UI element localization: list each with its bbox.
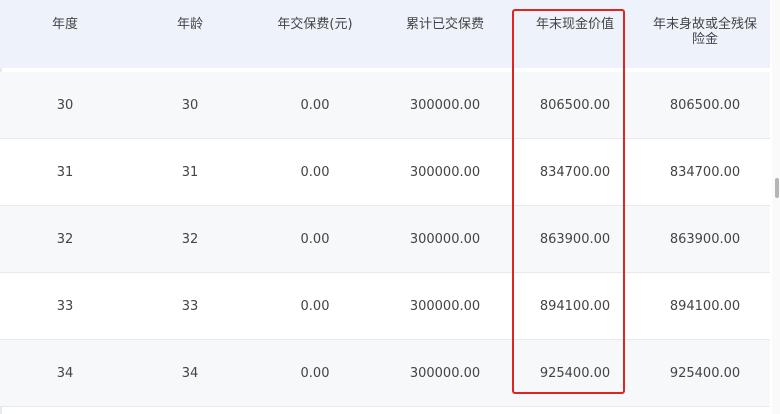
header-death-benefit: 年末身故或全残保险金	[652, 17, 757, 47]
header-annual-premium: 年交保费(元)	[277, 17, 353, 32]
header-cash-value: 年末现金价值	[535, 17, 614, 32]
cell-cumulative-premium: 300000.00	[409, 231, 481, 247]
table-row: 31 31 0.00 300000.00 834700.00 834700.00	[0, 139, 770, 206]
table-row: 34 34 0.00 300000.00 925400.00 925400.00	[0, 340, 770, 407]
table-row: 30 30 0.00 300000.00 806500.00 806500.00	[0, 72, 770, 139]
cell-death-benefit: 925400.00	[669, 365, 741, 381]
cell-year: 33	[56, 298, 74, 314]
cell-annual-premium: 0.00	[300, 231, 330, 247]
cell-cumulative-premium: 300000.00	[409, 97, 481, 113]
header-year: 年度	[51, 17, 78, 32]
cell-cash-value: 863900.00	[539, 231, 611, 247]
cell-cash-value: 925400.00	[539, 365, 611, 381]
cell-death-benefit: 894100.00	[669, 298, 741, 314]
table-row: 32 32 0.00 300000.00 863900.00 863900.00	[0, 206, 770, 273]
cell-annual-premium: 0.00	[300, 298, 330, 314]
cell-age: 30	[181, 97, 199, 113]
cell-cash-value: 834700.00	[539, 164, 611, 180]
vertical-scrollbar[interactable]	[772, 0, 780, 414]
cell-year: 31	[56, 164, 74, 180]
cell-cash-value: 806500.00	[539, 97, 611, 113]
table-body: 30 30 0.00 300000.00 806500.00 806500.00…	[0, 72, 770, 407]
table-header: 年度 年龄 年交保费(元) 累计已交保费 年末现金价值 年末身故或全残保险金	[0, 0, 770, 68]
header-cumulative-premium: 累计已交保费	[405, 17, 484, 32]
cell-age: 32	[181, 231, 199, 247]
cell-annual-premium: 0.00	[300, 164, 330, 180]
cell-year: 34	[56, 365, 74, 381]
cell-cumulative-premium: 300000.00	[409, 298, 481, 314]
cell-annual-premium: 0.00	[300, 365, 330, 381]
cell-annual-premium: 0.00	[300, 97, 330, 113]
cell-year: 30	[56, 97, 74, 113]
cell-year: 32	[56, 231, 74, 247]
cell-age: 33	[181, 298, 199, 314]
cell-cumulative-premium: 300000.00	[409, 365, 481, 381]
cell-death-benefit: 806500.00	[669, 97, 741, 113]
table-row: 33 33 0.00 300000.00 894100.00 894100.00	[0, 273, 770, 340]
cell-death-benefit: 834700.00	[669, 164, 741, 180]
cell-age: 31	[181, 164, 199, 180]
cell-death-benefit: 863900.00	[669, 231, 741, 247]
scrollbar-thumb[interactable]	[775, 178, 779, 198]
cell-age: 34	[181, 365, 199, 381]
header-age: 年龄	[176, 17, 203, 32]
insurance-benefit-table: 年度 年龄 年交保费(元) 累计已交保费 年末现金价值 年末身故或全残保险金 3…	[0, 0, 780, 414]
cell-cumulative-premium: 300000.00	[409, 164, 481, 180]
cell-cash-value: 894100.00	[539, 298, 611, 314]
